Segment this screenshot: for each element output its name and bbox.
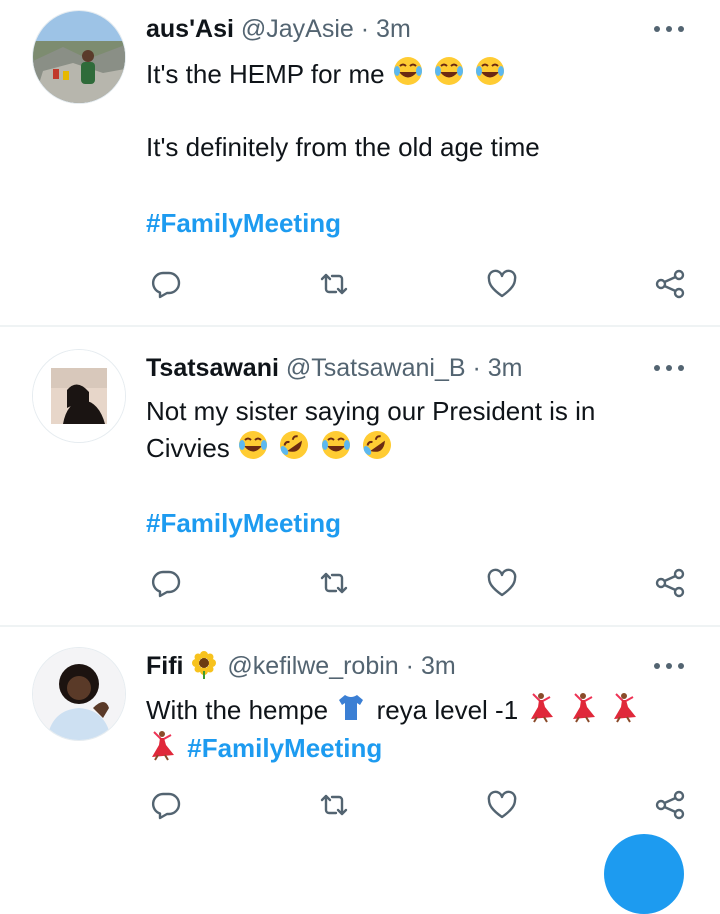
display-name[interactable]: Tsatsawani: [146, 354, 279, 382]
more-icon[interactable]: [654, 363, 684, 373]
reply-icon[interactable]: [148, 787, 184, 823]
tweet-actions: [148, 787, 688, 823]
rofl-emoji: [362, 431, 391, 459]
retweet-icon[interactable]: [316, 266, 352, 302]
compose-button[interactable]: [604, 834, 684, 914]
joy-emoji: [476, 57, 505, 85]
display-name[interactable]: Fifi: [146, 652, 184, 680]
reply-icon[interactable]: [148, 266, 184, 302]
share-icon[interactable]: [652, 565, 688, 601]
joy-emoji: [321, 431, 350, 459]
like-icon[interactable]: [484, 266, 520, 302]
tweet-actions: [148, 266, 688, 302]
sunflower-emoji: [192, 651, 217, 679]
emoji-group: [237, 431, 395, 463]
avatar[interactable]: [32, 647, 126, 741]
timestamp[interactable]: 3m: [488, 354, 523, 382]
display-name[interactable]: aus'Asi: [146, 15, 234, 43]
tweet-text: It's definitely from the old age time: [146, 132, 540, 162]
dancer-emoji: [152, 731, 174, 761]
retweet-icon[interactable]: [316, 565, 352, 601]
joy-emoji: [393, 57, 422, 85]
dancer-emoji: [613, 693, 636, 723]
reply-icon[interactable]: [148, 565, 184, 601]
emoji-group: [525, 693, 641, 725]
user-handle[interactable]: @JayAsie: [241, 15, 354, 43]
share-icon[interactable]: [652, 266, 688, 302]
more-icon[interactable]: [654, 661, 684, 671]
retweet-icon[interactable]: [316, 787, 352, 823]
tweet-actions: [148, 565, 688, 601]
tweet-text: With the hempe: [146, 695, 329, 725]
timestamp[interactable]: 3m: [421, 652, 456, 680]
share-icon[interactable]: [652, 787, 688, 823]
tweet-text-line: #FamilyMeeting: [146, 729, 382, 766]
joy-emoji: [239, 431, 268, 459]
rofl-emoji: [280, 431, 309, 459]
joy-emoji: [435, 57, 464, 85]
tweet-text-line: Civvies: [146, 429, 395, 466]
tweet-text: Not my sister saying our President is in: [146, 396, 596, 426]
separator-dot: ·: [472, 354, 481, 382]
emoji-group: [392, 57, 508, 89]
tweet-header: Fifi @kefilwe_robin · 3m: [146, 651, 456, 681]
tweet-header: Tsatsawani @Tsatsawani_B · 3m: [146, 353, 523, 383]
avatar[interactable]: [32, 10, 126, 104]
tweet-header: aus'Asi @JayAsie · 3m: [146, 14, 411, 44]
hashtag-link[interactable]: #FamilyMeeting: [187, 733, 382, 763]
tweet-text-line: With the hempe reya level -1: [146, 691, 642, 728]
tweet-text-line: It's the HEMP for me: [146, 55, 508, 92]
timestamp[interactable]: 3m: [376, 15, 411, 43]
dancer-emoji: [572, 693, 595, 723]
tweet-text: Civvies: [146, 433, 230, 463]
like-icon[interactable]: [484, 565, 520, 601]
hashtag-link[interactable]: #FamilyMeeting: [146, 505, 341, 541]
tweet-2[interactable]: Tsatsawani @Tsatsawani_B · 3m Not my sis…: [0, 327, 720, 625]
separator-dot: ·: [405, 652, 414, 680]
tweet-text: reya level -1: [376, 695, 519, 725]
tshirt-emoji: [339, 695, 364, 720]
like-icon[interactable]: [484, 787, 520, 823]
more-icon[interactable]: [654, 24, 684, 34]
tweet-3[interactable]: Fifi @kefilwe_robin · 3m With the hempe …: [0, 627, 720, 844]
dancer-emoji: [531, 693, 554, 723]
separator-dot: ·: [360, 15, 370, 43]
hashtag-link[interactable]: #FamilyMeeting: [146, 205, 341, 241]
tweet-1[interactable]: aus'Asi @JayAsie · 3m It's the HEMP for …: [0, 0, 720, 326]
user-handle[interactable]: @kefilwe_robin: [227, 652, 398, 680]
avatar[interactable]: [32, 349, 126, 443]
user-handle[interactable]: @Tsatsawani_B: [286, 354, 466, 382]
tweet-text: It's the HEMP for me: [146, 59, 385, 89]
